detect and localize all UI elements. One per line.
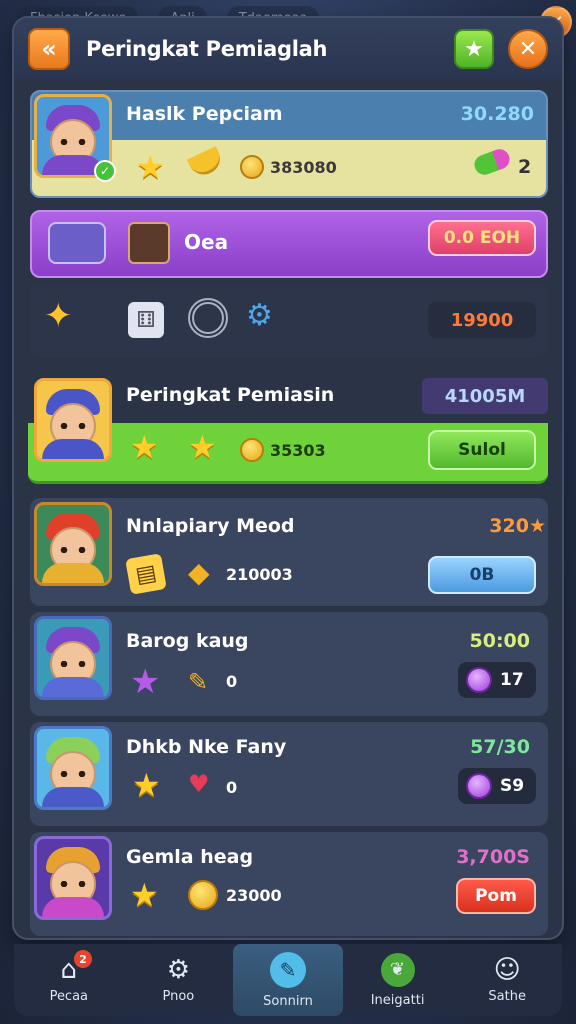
gold-pile-icon: ◆ — [188, 556, 210, 589]
player-score: 50:00 — [469, 630, 530, 652]
scroll-item-icon — [48, 222, 106, 264]
gem-icon — [466, 667, 492, 693]
coin-value: 383080 — [270, 157, 337, 177]
wing-star-icon: ✦ — [44, 296, 73, 336]
offer-label: Oea — [184, 230, 229, 254]
extra-count: 2 — [518, 156, 532, 178]
player-name: Gemla heag — [126, 846, 254, 868]
gem-counter: S9 — [458, 768, 536, 804]
heart-key-icon: ♥ — [188, 770, 210, 798]
player-score: 320★ — [489, 515, 546, 537]
row-action-button[interactable]: 0B — [428, 556, 536, 594]
back-button[interactable]: « — [28, 28, 70, 70]
broom-icon: ✎ — [269, 951, 306, 988]
coil-icon — [188, 298, 228, 338]
gold-key-icon: ✎ — [188, 668, 209, 696]
stat-value: 23000 — [226, 886, 282, 905]
player-score: 3,700S — [456, 846, 530, 868]
leaf-icon: ❦ — [380, 952, 415, 987]
stat-value: 0 — [226, 778, 238, 797]
purple-star-icon: ★ — [130, 662, 161, 702]
coin-icon — [240, 438, 264, 462]
player-name: Barog kaug — [126, 630, 249, 652]
favorite-button[interactable]: ★ — [454, 29, 494, 69]
coin-icon — [240, 155, 264, 179]
gem-counter: 17 — [458, 662, 536, 698]
player-name: Nnlapiary Meod — [126, 515, 295, 537]
gear-icon: ⚙ — [166, 954, 191, 985]
coin-stat: 383080 — [240, 155, 337, 179]
nav-item-active[interactable]: ✎ Sonnirn — [233, 944, 343, 1016]
select-button[interactable]: Sulol — [428, 430, 536, 470]
user-icon: ☺ — [493, 954, 521, 985]
bike-icon: ⚙ — [246, 298, 273, 333]
gold-coin-stack-icon — [188, 880, 218, 910]
score-box: 41005M — [422, 378, 548, 414]
nav-item-leaf[interactable]: ❦ Ineigatti — [343, 944, 453, 1016]
coin-stat: 35303 — [240, 438, 326, 462]
potion-card-icon: ▤ — [125, 553, 167, 595]
star-icon: ★ — [464, 36, 484, 62]
nav-item-profile[interactable]: ☺ Sathe — [452, 944, 562, 1016]
player-score: 30.280 — [460, 103, 534, 125]
avatar — [34, 502, 112, 586]
avatar — [34, 378, 112, 462]
close-button[interactable]: ✕ — [508, 29, 548, 69]
player-name: Haslk Pepciam — [126, 103, 283, 125]
page-title: Peringkat Pemiaglah — [86, 37, 328, 61]
items-value-box: 19900 — [428, 302, 536, 338]
avatar — [34, 726, 112, 810]
gem-icon — [466, 773, 492, 799]
star-icon: ★ — [136, 148, 165, 186]
star-icon: ★ — [130, 428, 159, 466]
verified-check-icon: ✓ — [94, 160, 116, 182]
stat-value: 210003 — [226, 565, 293, 584]
avatar — [34, 836, 112, 920]
panel-header: « Peringkat Pemiaglah ★ ✕ — [14, 18, 562, 80]
stat-value: 0 — [226, 672, 238, 691]
chest-item-icon — [128, 222, 170, 264]
avatar — [34, 616, 112, 700]
bottom-nav: ⌂ 2 Pecaa ⚙ Pnoo ✎ Sonnirn ❦ Ineigatti ☺… — [14, 944, 562, 1016]
close-icon: ✕ — [518, 36, 538, 62]
star-icon: ★ — [130, 876, 159, 914]
row-action-button[interactable]: Pom — [456, 878, 536, 914]
offer-price-button[interactable]: 0.0 EOH — [428, 220, 536, 256]
player-name: Peringkat Pemiasin — [126, 384, 335, 406]
star-icon: ★ — [132, 766, 161, 804]
dice-icon: ⚅ — [128, 302, 164, 338]
notification-badge: 2 — [74, 950, 92, 968]
player-score: 57/30 — [470, 736, 530, 758]
star-icon: ★ — [188, 428, 217, 466]
player-name: Dhkb Nke Fany — [126, 736, 287, 758]
nav-item-settings[interactable]: ⚙ Pnoo — [124, 944, 234, 1016]
double-chevron-left-icon: « — [41, 35, 57, 63]
nav-item-home[interactable]: ⌂ 2 Pecaa — [14, 944, 124, 1016]
